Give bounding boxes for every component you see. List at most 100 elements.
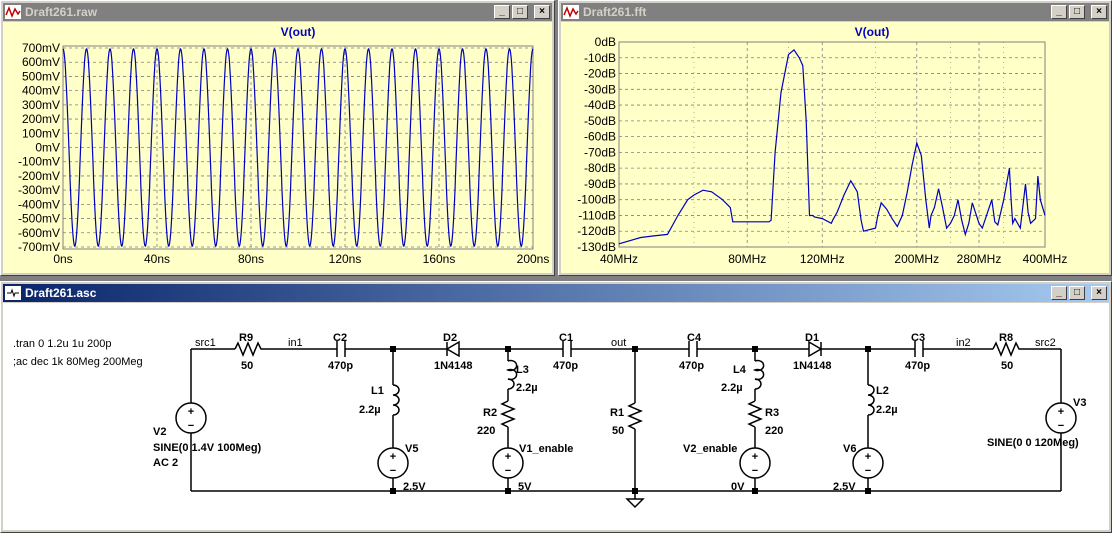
svg-text:−: − [505, 465, 511, 477]
v2-value[interactable]: SINE(0 1.4V 100Meg) [153, 442, 262, 454]
schematic-drawing[interactable]: +− +− +− +− +− +− .tran 0 1.2u 1u 200p ;… [3, 303, 1109, 532]
r9-value[interactable]: 50 [241, 360, 253, 372]
y-tick-label: -500mV [18, 212, 60, 226]
l2-name[interactable]: L2 [876, 385, 889, 397]
v2-name[interactable]: V2 [153, 426, 166, 438]
svg-text:+: + [505, 451, 511, 463]
net-label-src2[interactable]: src2 [1035, 337, 1056, 349]
l4-name[interactable]: L4 [733, 364, 747, 376]
raw-plot-pane[interactable]: V(out) 700mV 600mV 500mV 400mV 300mV 200mV 100m… [3, 22, 552, 273]
v6-name[interactable]: V6 [843, 443, 856, 455]
y-tick-label: 500mV [22, 69, 60, 83]
c2-name[interactable]: C2 [333, 332, 347, 344]
x-tick-label: 40ns [144, 252, 170, 266]
trace-label[interactable]: V(out) [855, 25, 890, 39]
l4-value[interactable]: 2.2µ [721, 382, 743, 394]
r3-value[interactable]: 220 [765, 425, 783, 437]
l1-value[interactable]: 2.2µ [359, 404, 381, 416]
l3-name[interactable]: L3 [516, 364, 529, 376]
schematic-window[interactable]: Draft261.asc _ □ × + − + − + − + − + − +… [0, 281, 1112, 533]
y-tick-label: 0dB [595, 35, 616, 49]
y-tick-label: -100mV [18, 155, 60, 169]
close-button[interactable]: × [1091, 5, 1107, 19]
l3-value[interactable]: 2.2µ [516, 382, 538, 394]
minimize-button[interactable]: _ [1051, 286, 1067, 300]
r1-value[interactable]: 50 [612, 425, 624, 437]
x-tick-label: 200ns [517, 252, 550, 266]
trace-label[interactable]: V(out) [281, 25, 316, 39]
svg-text:−: − [390, 465, 396, 477]
y-tick-label: -200mV [18, 169, 60, 183]
y-tick-label: 0mV [35, 141, 60, 155]
c4-value[interactable]: 470p [679, 360, 704, 372]
y-tick-label: -60dB [584, 130, 616, 144]
c3-value[interactable]: 470p [905, 360, 930, 372]
x-tick-label: 160ns [423, 252, 456, 266]
restore-button[interactable]: □ [1069, 5, 1085, 19]
y-tick-label: -600mV [18, 226, 60, 240]
raw-plot-window[interactable]: Draft261.raw _ □ × V(out) 700mV 600mV 500mV… [0, 0, 555, 276]
c1-value[interactable]: 470p [553, 360, 578, 372]
svg-text:−: − [188, 420, 194, 432]
d2-value[interactable]: 1N4148 [434, 360, 473, 372]
d2-name[interactable]: D2 [443, 332, 457, 344]
schematic-icon [5, 286, 21, 300]
ac-directive[interactable]: ;ac dec 1k 80Meg 200Meg [13, 356, 143, 368]
net-label-in1[interactable]: in1 [288, 337, 303, 349]
v1-value[interactable]: 5V [518, 481, 532, 493]
v2-ac-value[interactable]: AC 2 [153, 457, 178, 469]
d1-name[interactable]: D1 [805, 332, 819, 344]
x-tick-label: 80ns [238, 252, 264, 266]
v3-name[interactable]: V3 [1073, 397, 1086, 409]
y-tick-label: 300mV [22, 98, 60, 112]
v6-value[interactable]: 2.5V [833, 481, 856, 493]
plot-frame [618, 41, 1046, 248]
schematic-window-titlebar[interactable]: Draft261.asc _ □ × [3, 284, 1109, 302]
v4-value[interactable]: 0V [731, 481, 745, 493]
r2-value[interactable]: 220 [477, 425, 495, 437]
minimize-button[interactable]: _ [494, 5, 510, 19]
r3-name[interactable]: R3 [765, 407, 779, 419]
r8-name[interactable]: R8 [999, 332, 1013, 344]
c3-name[interactable]: C3 [911, 332, 925, 344]
net-label-out[interactable]: out [611, 337, 626, 349]
tran-directive[interactable]: .tran 0 1.2u 1u 200p [13, 338, 111, 350]
x-tick-label: 80MHz [728, 252, 766, 266]
raw-window-title: Draft261.raw [25, 5, 98, 19]
fft-plot-pane[interactable]: V(out) 0dB -10dB -20dB -30dB -40dB -50dB -60dB -… [561, 22, 1109, 273]
restore-button[interactable]: □ [512, 5, 528, 19]
fft-plot-window[interactable]: Draft261.fft _ □ × V(out) 0dB -10dB -20dB -3… [558, 0, 1112, 276]
r1-name[interactable]: R1 [610, 407, 624, 419]
close-button[interactable]: × [534, 5, 550, 19]
y-tick-label: -100dB [577, 193, 616, 207]
c2-value[interactable]: 470p [328, 360, 353, 372]
v5-value[interactable]: 2.5V [403, 481, 426, 493]
net-label-in2[interactable]: in2 [956, 337, 971, 349]
close-button[interactable]: × [1091, 286, 1107, 300]
fft-trace[interactable] [618, 49, 1046, 245]
r8-value[interactable]: 50 [1001, 360, 1013, 372]
l1-name[interactable]: L1 [371, 385, 384, 397]
fft-plot-chart[interactable]: V(out)0dB-10dB-20dB-30dB-40dB-50dB-60dB-… [561, 22, 1111, 275]
raw-window-titlebar[interactable]: Draft261.raw _ □ × [3, 3, 552, 21]
fft-window-titlebar[interactable]: Draft261.fft _ □ × [561, 3, 1109, 21]
l2-value[interactable]: 2.2µ [876, 404, 898, 416]
net-label-v1-enable[interactable]: V1_enable [519, 443, 573, 455]
c4-name[interactable]: C4 [687, 332, 702, 344]
d1-value[interactable]: 1N4148 [793, 360, 832, 372]
y-tick-label: -70dB [584, 145, 616, 159]
y-tick-label: -50dB [584, 114, 616, 128]
raw-plot-chart[interactable]: V(out) 700mV600mV500mV400mV300mV200mV100m… [3, 22, 554, 275]
r2-name[interactable]: R2 [483, 407, 497, 419]
restore-button[interactable]: □ [1069, 286, 1085, 300]
v3-value[interactable]: SINE(0 0 120Meg) [987, 437, 1079, 449]
schematic-canvas[interactable]: + − + − + − + − + − + − .tran 0 1.2u 1u … [3, 303, 1109, 530]
net-label-src1[interactable]: src1 [195, 337, 216, 349]
net-label-v2-enable[interactable]: V2_enable [683, 443, 737, 455]
svg-text:−: − [752, 465, 758, 477]
x-tick-label: 200MHz [894, 252, 939, 266]
r9-name[interactable]: R9 [239, 332, 253, 344]
minimize-button[interactable]: _ [1051, 5, 1067, 19]
c1-name[interactable]: C1 [559, 332, 573, 344]
v5-name[interactable]: V5 [405, 443, 418, 455]
